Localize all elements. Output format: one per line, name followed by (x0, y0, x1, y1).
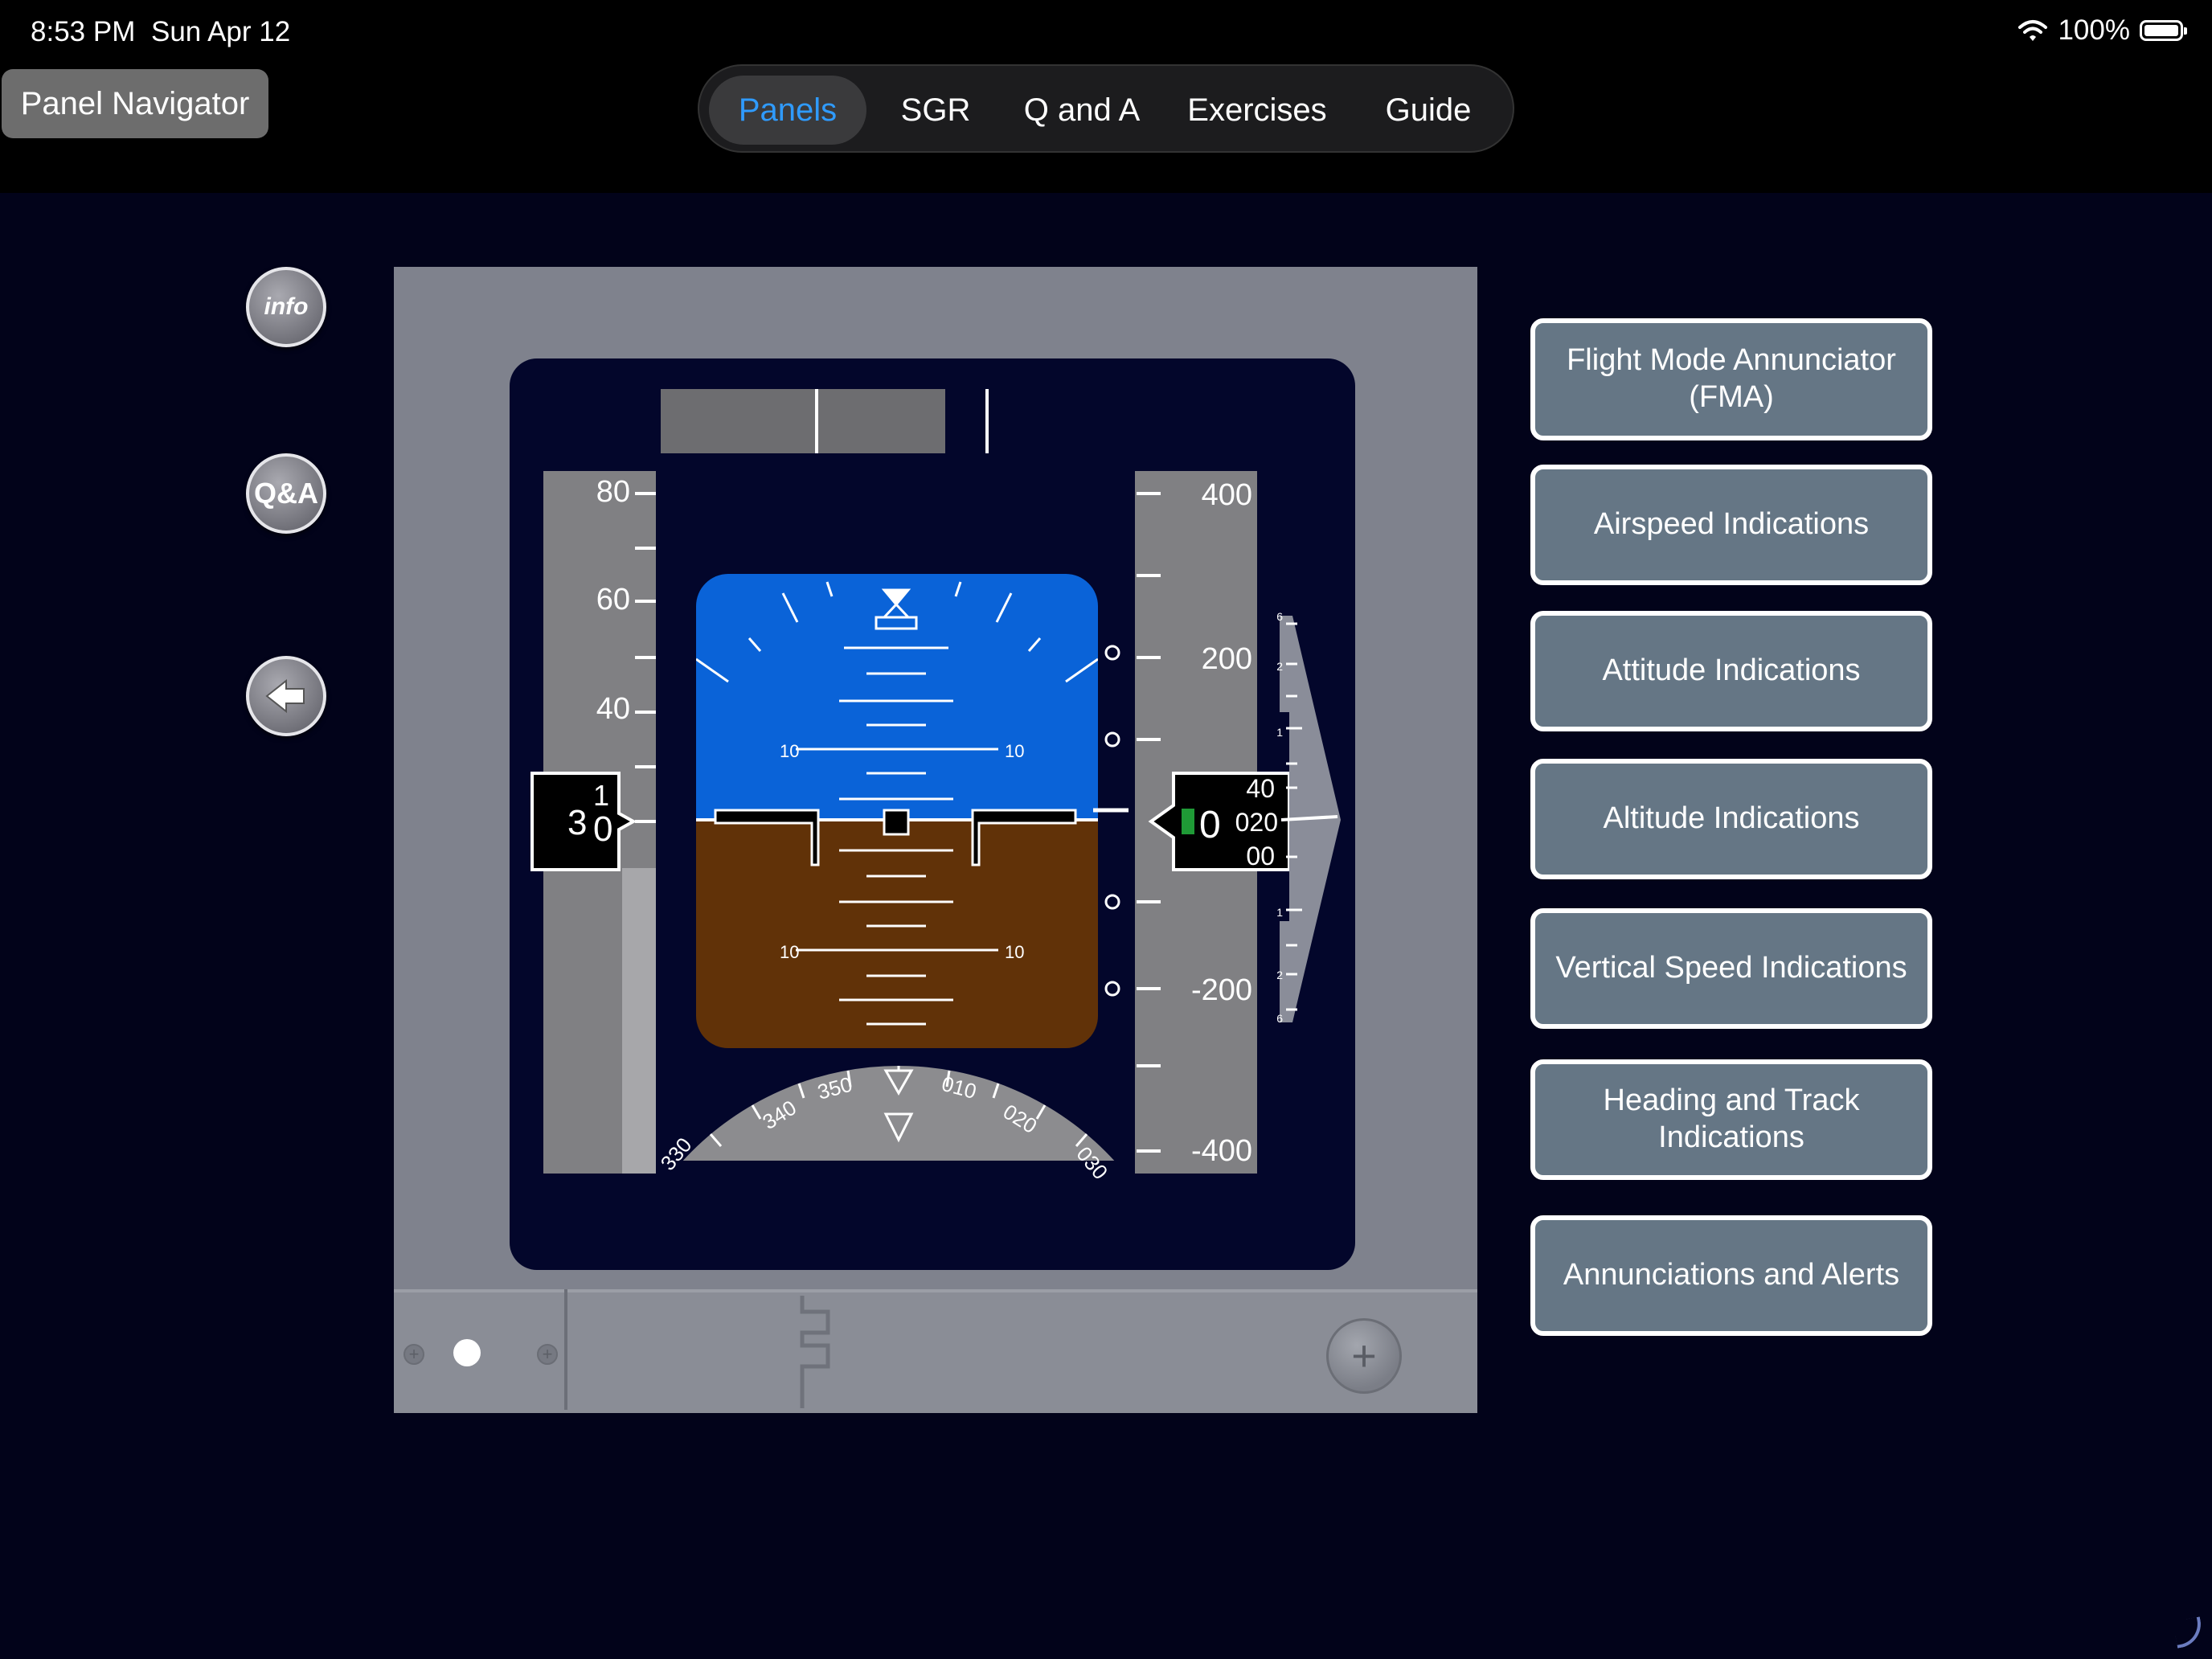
altitude-label: 200 (1202, 642, 1252, 676)
bezel-divider (564, 1289, 567, 1410)
brightness-indicator (453, 1339, 481, 1366)
annunciations-alerts-button[interactable]: Annunciations and Alerts (1530, 1215, 1932, 1336)
plus-icon[interactable]: + (1326, 1318, 1402, 1394)
altitude-label: -200 (1191, 973, 1252, 1007)
vs-scale-label: 1 (1276, 906, 1283, 919)
altitude-label: 400 (1202, 478, 1252, 512)
tab-sgr[interactable]: SGR (876, 76, 995, 145)
vs-scale-label: 2 (1276, 660, 1283, 673)
status-right: 100% (2017, 14, 2187, 47)
speed-label: 80 (596, 475, 630, 509)
status-date: Sun Apr 12 (151, 16, 291, 47)
glideslope-scale (1093, 645, 1129, 997)
altitude-drum-upper: 40 (1246, 774, 1275, 803)
primary-flight-display: 80 60 40 3 1 0 10 10 10 10 400 200 -200 … (510, 358, 1355, 1270)
altitude-readout-big: 0 (1199, 804, 1221, 846)
vs-scale-label: 6 (1276, 1012, 1283, 1025)
pitch-label: 10 (1005, 741, 1024, 761)
battery-icon (2140, 20, 2187, 41)
qa-button[interactable]: Q&A (246, 453, 326, 534)
tab-panels[interactable]: Panels (709, 76, 866, 145)
resize-handle-icon (2173, 1616, 2205, 1649)
speed-readout-digit: 3 (567, 803, 587, 842)
speed-label: 60 (596, 583, 630, 616)
speed-drum-lower: 0 (593, 809, 612, 849)
tab-q-and-a[interactable]: Q and A (1003, 76, 1161, 145)
status-time: 8:53 PM (31, 16, 136, 47)
vs-scale-label: 1 (1276, 726, 1283, 739)
vertical-speed-indications-button[interactable]: Vertical Speed Indications (1530, 908, 1932, 1029)
speed-drum-upper: 1 (593, 779, 609, 812)
heading-label: 330 (656, 1133, 697, 1175)
airspeed-indications-button[interactable]: Airspeed Indications (1530, 465, 1932, 585)
pfd-graphics: 80 60 40 3 1 0 10 10 10 10 400 200 -200 … (530, 389, 1341, 1184)
pitch-label: 10 (1005, 942, 1024, 962)
speed-label: 40 (596, 692, 630, 726)
altitude-label: -400 (1191, 1134, 1252, 1168)
altitude-trend-box (1182, 809, 1194, 834)
vs-scale-label: 2 (1276, 969, 1283, 981)
vs-scale-label: 6 (1276, 610, 1283, 623)
pitch-label: 10 (780, 942, 799, 962)
wifi-icon (2018, 20, 2048, 41)
screw-icon: + (537, 1344, 558, 1365)
altitude-drum-lower: 00 (1246, 842, 1275, 870)
battery-percent: 100% (2058, 14, 2130, 46)
panel-navigator-button[interactable]: Panel Navigator (2, 69, 268, 138)
attitude-indicator (696, 574, 1098, 1048)
heading-track-indications-button[interactable]: Heading and Track Indications (1530, 1059, 1932, 1180)
tab-bar: Panels SGR Q and A Exercises Guide (698, 64, 1514, 153)
tab-exercises[interactable]: Exercises (1169, 76, 1346, 145)
attitude-indications-button[interactable]: Attitude Indications (1530, 611, 1932, 731)
fma-bar (661, 389, 945, 453)
speed-trend-bar (622, 868, 656, 1174)
fma-button[interactable]: Flight Mode Annunciator (FMA) (1530, 318, 1932, 440)
altitude-indications-button[interactable]: Altitude Indications (1530, 759, 1932, 879)
info-button[interactable]: info (246, 267, 326, 347)
tab-guide[interactable]: Guide (1352, 76, 1505, 145)
bezel-notch (800, 1296, 830, 1408)
screw-icon: + (403, 1344, 424, 1365)
back-arrow-icon (265, 678, 305, 714)
pitch-label: 10 (780, 741, 799, 761)
altitude-drum-middle: 020 (1235, 808, 1278, 837)
back-button[interactable] (246, 656, 326, 736)
